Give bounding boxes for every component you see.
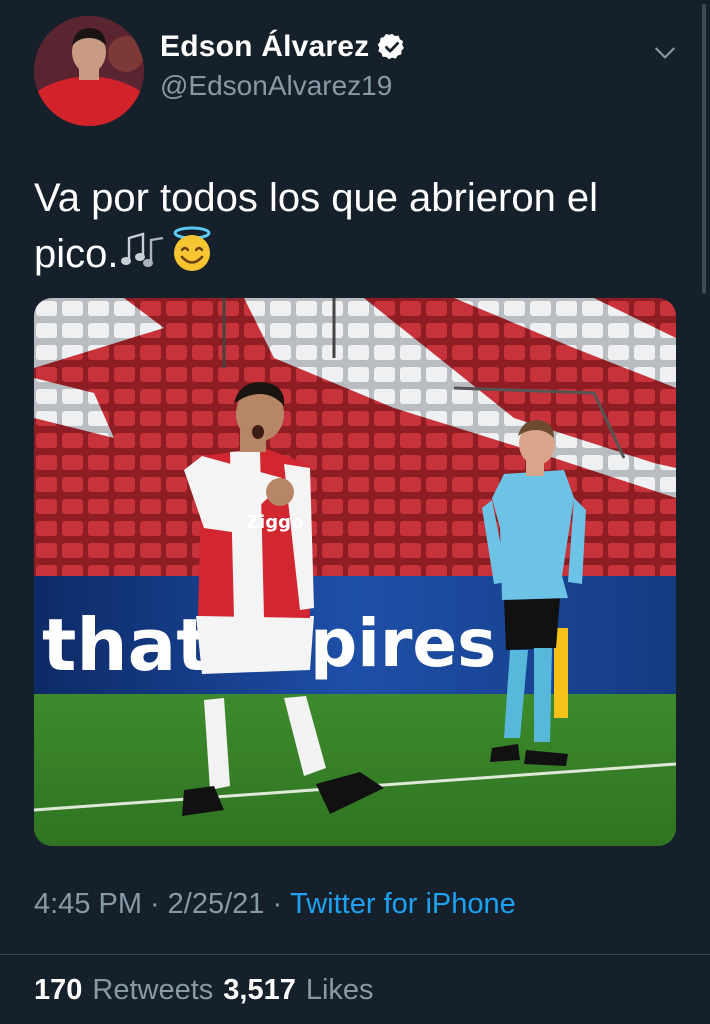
- tweet-time[interactable]: 4:45 PM: [34, 888, 142, 921]
- author-display-name[interactable]: Edson Álvarez: [160, 30, 369, 64]
- tweet-header: Edson Álvarez @EdsonAlvarez19: [34, 16, 684, 128]
- retweets-stat[interactable]: 170 Retweets: [34, 974, 213, 1007]
- meta-separator: ·: [150, 888, 160, 920]
- verified-badge-icon: [378, 33, 405, 60]
- tweet-text: Va por todos los que abrieron el pico.: [34, 170, 664, 287]
- tweet-detail: Edson Álvarez @EdsonAlvarez19 Va por tod…: [0, 0, 710, 1024]
- board-text-right: pires: [310, 605, 496, 682]
- likes-stat[interactable]: 3,517 Likes: [223, 974, 373, 1007]
- board-text-left: that: [42, 603, 211, 687]
- author-handle[interactable]: @EdsonAlvarez19: [160, 70, 407, 102]
- tweet-source-link[interactable]: Twitter for iPhone: [290, 888, 516, 921]
- tweet-date[interactable]: 2/25/21: [168, 888, 265, 921]
- smiling-face-with-halo-icon: [169, 226, 215, 287]
- author-info: Edson Álvarez @EdsonAlvarez19: [160, 30, 407, 102]
- divider: [0, 954, 710, 955]
- photo-image: that pires Ziggo: [34, 298, 676, 846]
- likes-count: 3,517: [223, 974, 296, 1006]
- meta-separator-2: ·: [272, 888, 283, 920]
- retweets-count: 170: [34, 974, 83, 1006]
- name-row: Edson Álvarez: [160, 30, 407, 64]
- avatar-image: [34, 16, 144, 126]
- musical-notes-icon: [120, 229, 167, 285]
- avatar[interactable]: [34, 16, 144, 126]
- retweets-label: Retweets: [92, 974, 214, 1006]
- likes-label: Likes: [305, 974, 374, 1006]
- tweet-meta: 4:45 PM · 2/25/21 · Twitter for iPhone: [34, 888, 516, 921]
- chevron-down-icon[interactable]: [652, 40, 678, 66]
- shirt-sponsor: Ziggo: [246, 512, 303, 533]
- tweet-stats: 170 Retweets 3,517 Likes: [34, 974, 374, 1007]
- tweet-photo[interactable]: that pires Ziggo: [34, 298, 676, 846]
- tweet-text-body: Va por todos los que abrieron el pico.: [34, 176, 599, 277]
- scrollbar[interactable]: [702, 4, 706, 294]
